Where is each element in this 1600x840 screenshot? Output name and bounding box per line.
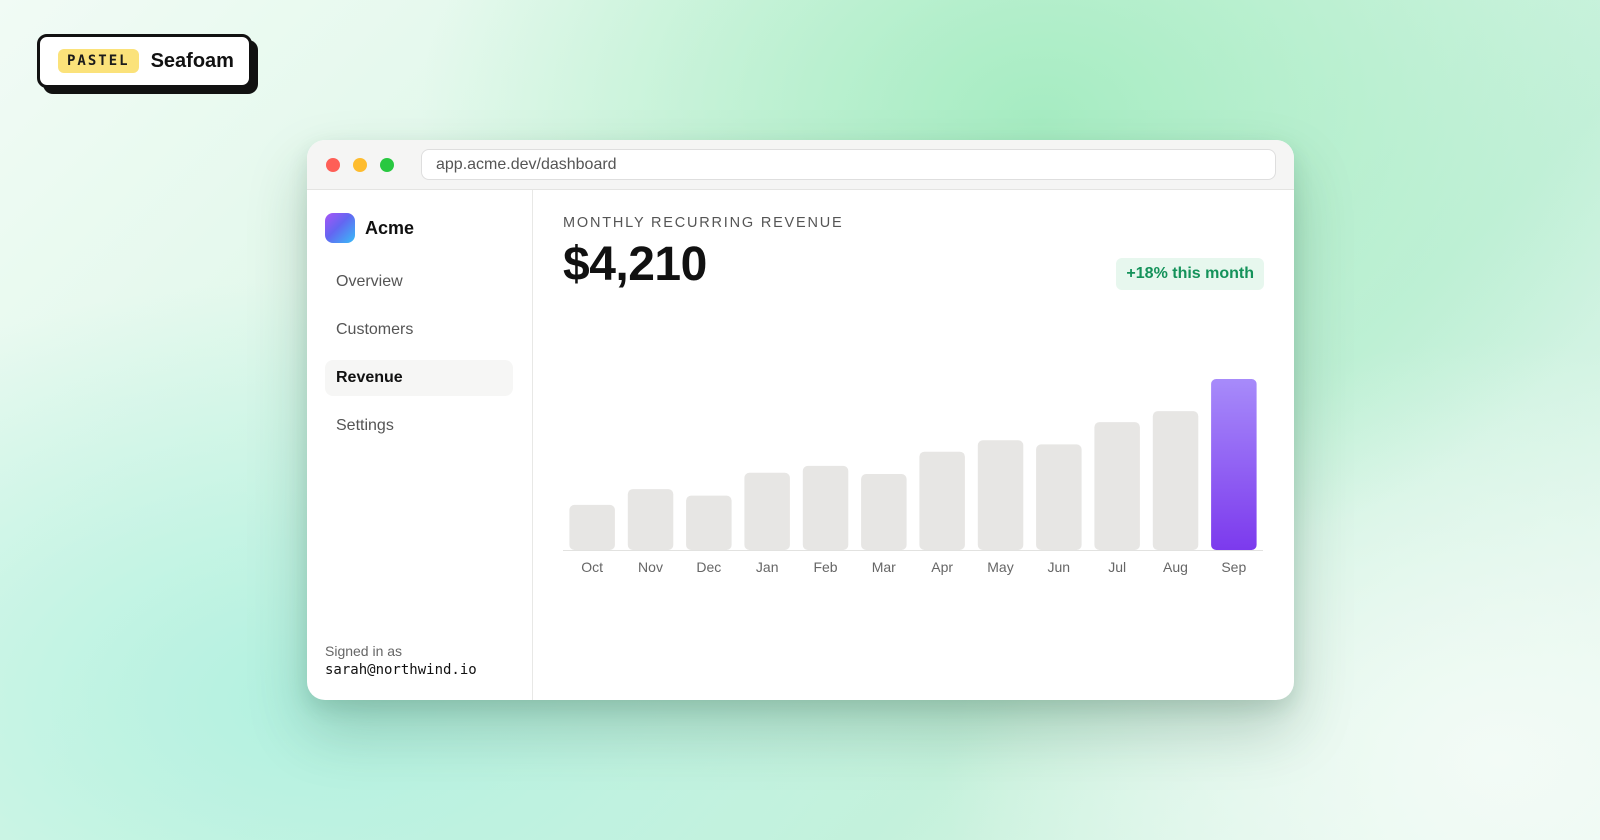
bar-jul (1094, 422, 1140, 550)
bar-dec (686, 495, 732, 550)
minimize-window-button[interactable] (353, 157, 367, 172)
theme-badge: PASTEL Seafoam (37, 34, 252, 88)
tick-label-mar: Mar (872, 559, 896, 575)
sidebar-item-settings[interactable]: Settings (325, 408, 513, 444)
tick-label-jul: Jul (1108, 559, 1126, 575)
main-panel: MONTHLY RECURRING REVENUE $4,210 +18% th… (533, 190, 1294, 700)
bar-feb (802, 465, 849, 550)
tick-label-dec: Dec (696, 559, 721, 575)
tick-label-may: May (987, 559, 1013, 575)
tick-label-apr: Apr (931, 559, 953, 575)
tick-label-oct: Oct (581, 559, 603, 575)
window-titlebar: app.acme.dev/dashboard (307, 140, 1294, 190)
delta-badge: +18% this month (1116, 258, 1264, 290)
tick-label-nov: Nov (638, 559, 663, 575)
bar-nov (627, 489, 674, 550)
bar-jun (1036, 444, 1082, 550)
maximize-window-button[interactable] (380, 157, 394, 172)
bar-jan (744, 472, 790, 550)
sidebar-item-overview[interactable]: Overview (325, 264, 513, 300)
bar-oct (569, 504, 615, 550)
sidebar-item-revenue[interactable]: Revenue (325, 360, 513, 396)
signed-in-email: sarah@northwind.io (325, 662, 477, 678)
tick-label-aug: Aug (1163, 559, 1188, 575)
bar-may (977, 440, 1024, 550)
metric-label: MONTHLY RECURRING REVENUE (563, 215, 844, 231)
address-bar[interactable]: app.acme.dev/dashboard (421, 149, 1276, 180)
app-content: Acme Overview Customers Revenue Settings… (307, 190, 1294, 700)
signed-in-info: Signed in as sarah@northwind.io (325, 643, 477, 678)
close-window-button[interactable] (326, 157, 340, 172)
brand-logo-icon (325, 213, 355, 243)
tick-label-jun: Jun (1048, 559, 1071, 575)
brand: Acme (325, 213, 513, 243)
sidebar: Acme Overview Customers Revenue Settings… (307, 190, 533, 700)
bar-aug (1152, 411, 1199, 550)
theme-name: Seafoam (150, 49, 234, 72)
sidebar-item-customers[interactable]: Customers (325, 312, 513, 348)
bar-mar (861, 474, 907, 550)
brand-name: Acme (365, 217, 415, 238)
tick-label-feb: Feb (813, 559, 837, 575)
signed-in-label: Signed in as (325, 643, 403, 659)
theme-pill: PASTEL (58, 49, 139, 73)
bar-sep (1211, 379, 1257, 550)
tick-label-sep: Sep (1221, 559, 1246, 575)
revenue-bar-chart: Oct Nov Dec Jan Feb Mar Apr May Jun Jul Aug Sep (563, 379, 1263, 575)
bar-apr (919, 451, 965, 550)
tick-label-jan: Jan (756, 559, 779, 575)
browser-window: app.acme.dev/dashboard Acme Overview Cus… (307, 140, 1294, 700)
